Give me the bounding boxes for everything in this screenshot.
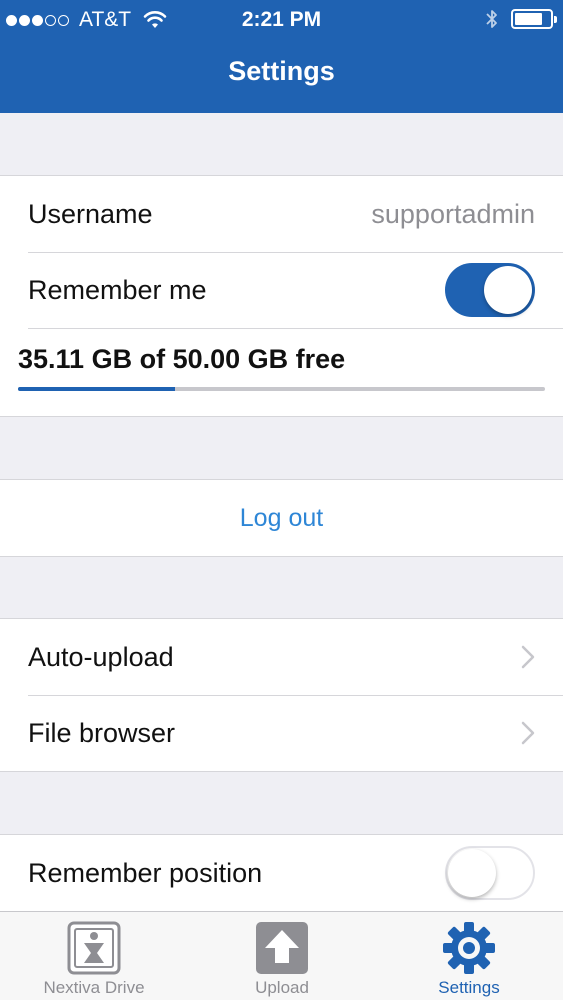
page-title: Settings [228,56,335,86]
tab-settings[interactable]: Settings [375,912,563,1000]
tab-nextiva-drive[interactable]: Nextiva Drive [0,912,188,1000]
remember-position-toggle[interactable] [445,846,535,900]
navigation-header: AT&T 2:21 PM Settings [0,0,563,113]
nextiva-drive-icon [67,921,121,975]
upload-icon [256,922,308,974]
status-bar: AT&T 2:21 PM [0,0,563,40]
preferences-section: Remember position [0,834,563,912]
username-label: Username [28,198,153,229]
account-section: Username supportadmin Remember me 35.11 … [0,175,563,417]
file-browser-row[interactable]: File browser [0,695,563,771]
tab-label: Nextiva Drive [43,978,145,997]
username-value: supportadmin [371,198,535,229]
file-browser-label: File browser [28,717,176,748]
remember-me-label: Remember me [28,274,207,305]
auto-upload-label: Auto-upload [28,641,174,672]
username-row: Username supportadmin [0,176,563,252]
gear-icon [443,922,495,974]
chevron-right-icon [521,721,535,745]
tab-bar: Nextiva Drive Upload Settings [0,911,563,1000]
remember-position-label: Remember position [28,857,263,888]
battery-level [515,13,543,25]
log-out-button[interactable]: Log out [0,480,563,556]
toggle-knob [484,266,532,314]
storage-progress-fill [18,387,176,391]
remember-me-toggle[interactable] [445,263,535,317]
toggle-knob [448,849,496,897]
storage-text: 35.11 GB of 50.00 GB free [18,344,346,374]
status-time: 2:21 PM [241,8,322,31]
tab-label: Upload [255,978,309,997]
tab-upload[interactable]: Upload [188,912,376,1000]
battery-icon [511,9,557,29]
navigation-section: Auto-upload File browser [0,618,563,772]
remember-position-row: Remember position [0,835,563,911]
remember-me-row: Remember me [0,252,563,328]
status-right [485,8,557,30]
auto-upload-row[interactable]: Auto-upload [0,619,563,695]
storage-row: 35.11 GB of 50.00 GB free [0,328,563,416]
storage-progress-bar [18,387,545,391]
chevron-right-icon [521,645,535,669]
tab-label: Settings [438,978,500,997]
logout-section: Log out [0,479,563,557]
bluetooth-icon [486,10,497,28]
